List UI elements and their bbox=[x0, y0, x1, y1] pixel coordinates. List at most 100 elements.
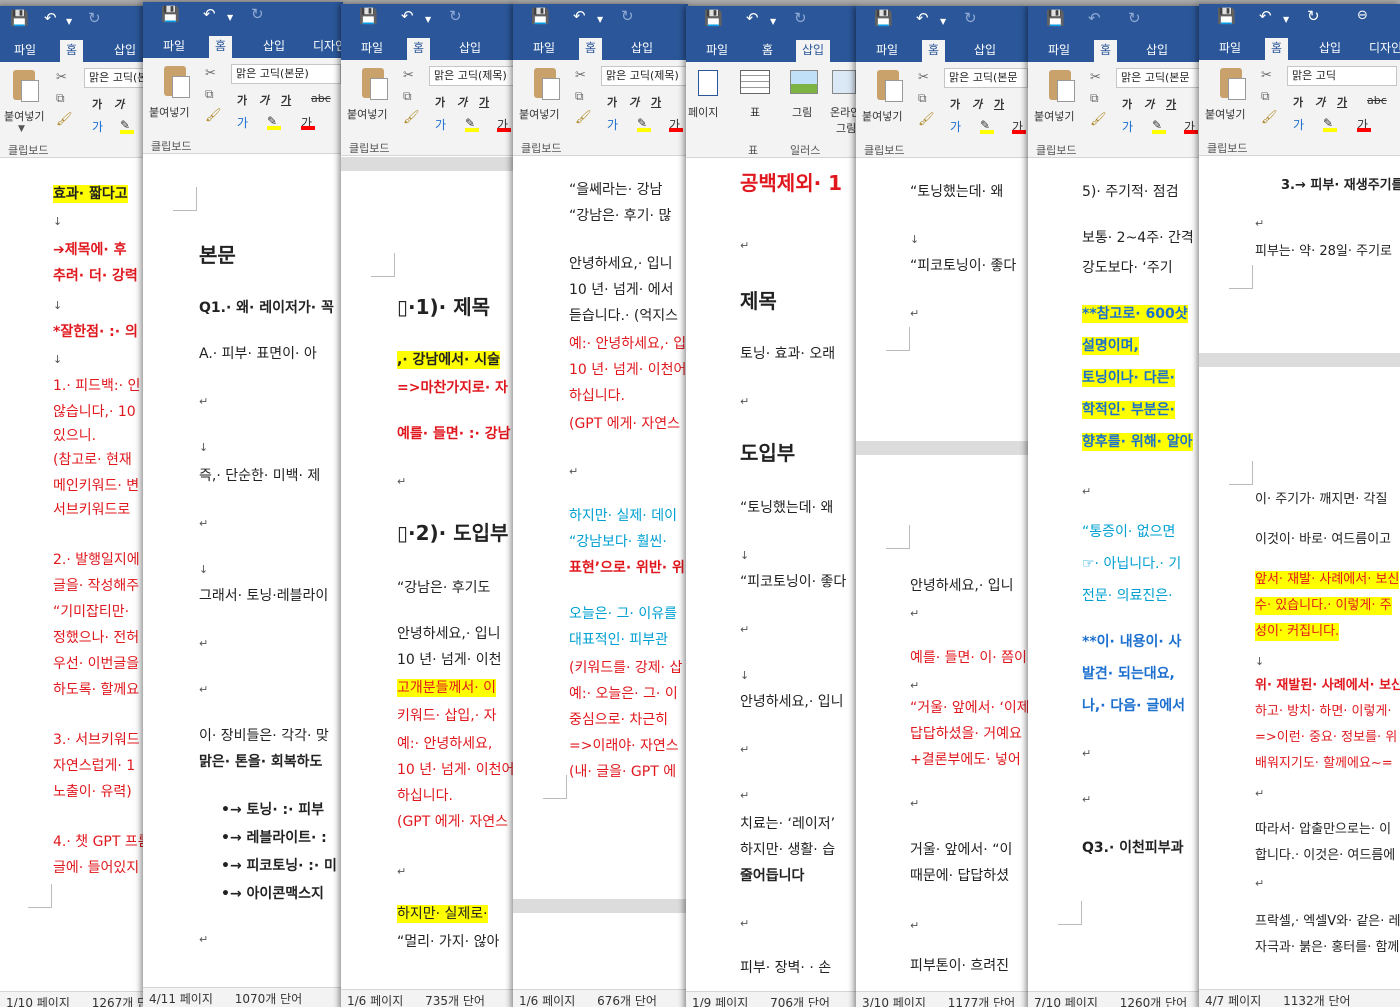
word-count[interactable]: 1132개 단어 bbox=[1283, 994, 1350, 1007]
tab-file[interactable]: 파일 bbox=[527, 38, 561, 58]
word-count[interactable]: 735개 단어 bbox=[425, 994, 485, 1007]
underline-button[interactable]: 가 bbox=[479, 94, 489, 110]
format-painter-icon[interactable]: 🖌 bbox=[1261, 110, 1278, 125]
underline-button[interactable]: 가 bbox=[994, 96, 1004, 112]
document-page[interactable]: ▯·1)· 제목 ,· 강남에서· 시술 =>마찬가지로· 자 예를· 들면· … bbox=[341, 157, 516, 989]
chevron-down-icon[interactable]: ▼ bbox=[940, 13, 946, 31]
save-icon[interactable]: 💾 bbox=[1046, 9, 1065, 27]
undo-icon[interactable]: ↶ bbox=[401, 7, 414, 25]
redo-icon[interactable]: ↻ bbox=[621, 7, 634, 25]
copy-icon[interactable]: ⧉ bbox=[205, 87, 214, 102]
tab-insert[interactable]: 삽입 bbox=[108, 40, 142, 60]
page-count[interactable]: 1/9 페이지 bbox=[692, 996, 748, 1007]
page-count[interactable]: 1/6 페이지 bbox=[347, 994, 403, 1007]
italic-button[interactable]: 가 bbox=[1315, 94, 1325, 110]
paste-button[interactable]: 붙여넣기 bbox=[1205, 106, 1245, 122]
cut-icon[interactable]: ✂ bbox=[1090, 70, 1101, 85]
underline-button[interactable]: 가 bbox=[1166, 96, 1176, 112]
redo-icon[interactable]: ↻ bbox=[794, 9, 807, 27]
strikethrough-button[interactable]: abc bbox=[311, 92, 331, 105]
text-effect-icon[interactable]: 가 bbox=[1293, 116, 1304, 133]
page-count[interactable]: 4/11 페이지 bbox=[149, 992, 213, 1006]
tab-file[interactable]: 파일 bbox=[355, 38, 389, 58]
tab-insert[interactable]: 삽입 bbox=[453, 38, 487, 58]
copy-icon[interactable]: ⧉ bbox=[56, 91, 65, 106]
redo-icon[interactable]: ↻ bbox=[1307, 7, 1320, 25]
tab-file[interactable]: 파일 bbox=[1042, 40, 1076, 60]
format-painter-icon[interactable]: 🖌 bbox=[918, 112, 935, 127]
text-effect-icon[interactable]: 가 bbox=[950, 118, 961, 135]
chevron-down-icon[interactable]: ▼ bbox=[66, 13, 72, 31]
undo-icon[interactable]: ↶ bbox=[44, 9, 57, 27]
tab-file[interactable]: 파일 bbox=[1213, 38, 1247, 58]
table-button[interactable]: 표 bbox=[750, 104, 760, 120]
bold-button[interactable]: 가 bbox=[237, 92, 247, 108]
tab-file[interactable]: 파일 bbox=[700, 40, 734, 60]
redo-icon[interactable]: ↻ bbox=[88, 9, 101, 27]
undo-icon[interactable]: ↶ bbox=[573, 7, 586, 25]
font-name-box[interactable]: 맑은 고딕 bbox=[1287, 66, 1397, 86]
copy-icon[interactable]: ⧉ bbox=[918, 91, 927, 106]
text-effect-icon[interactable]: 가 bbox=[237, 114, 248, 131]
document-page[interactable]: 3.→ 피부· 재생주기를 ↵ 피부는· 약· 28일· 주기로 이· 주기가·… bbox=[1199, 157, 1400, 989]
paste-button[interactable]: 붙여넣기 bbox=[347, 106, 387, 122]
chevron-down-icon[interactable]: ▼ bbox=[425, 11, 431, 29]
tab-design[interactable]: 디자인 bbox=[1363, 38, 1400, 58]
word-window-2[interactable]: 💾 ↶ ▼ ↻ 파일 홈 삽입 디자인 붙여넣기 ✂ ⧉ 🖌 맑은 고딕(본문)… bbox=[143, 2, 343, 1007]
format-painter-icon[interactable]: 🖌 bbox=[575, 110, 592, 125]
font-name-box[interactable]: 맑은 고딕(제목) bbox=[429, 66, 516, 86]
word-count[interactable]: 1267개 단어 bbox=[92, 996, 145, 1007]
font-name-box[interactable]: 맑은 고딕(본문) bbox=[84, 68, 145, 88]
word-count[interactable]: 1260개 단어 bbox=[1120, 996, 1187, 1007]
word-count[interactable]: 706개 단어 bbox=[770, 996, 830, 1007]
document-page[interactable]: “을쎄라는· 강남 “강남은· 후기· 많 안녕하세요,· 입니 10 년· 넘… bbox=[513, 157, 688, 989]
cut-icon[interactable]: ✂ bbox=[575, 68, 586, 83]
word-count[interactable]: 676개 단어 bbox=[597, 994, 657, 1007]
italic-button[interactable]: 가 bbox=[457, 94, 467, 110]
tab-insert[interactable]: 삽입 bbox=[625, 38, 659, 58]
cut-icon[interactable]: ✂ bbox=[205, 66, 216, 81]
copy-icon[interactable]: ⧉ bbox=[1090, 91, 1099, 106]
cut-icon[interactable]: ✂ bbox=[1261, 68, 1272, 83]
format-painter-icon[interactable]: 🖌 bbox=[56, 112, 73, 127]
tab-home[interactable]: 홈 bbox=[209, 36, 233, 58]
cut-icon[interactable]: ✂ bbox=[56, 70, 67, 85]
paste-icon[interactable] bbox=[1046, 70, 1075, 104]
underline-button[interactable]: 가 bbox=[1337, 94, 1347, 110]
bold-button[interactable]: 가 bbox=[1293, 94, 1303, 110]
redo-icon[interactable]: ↻ bbox=[1128, 9, 1141, 27]
word-window-4[interactable]: 💾 ↶ ▼ ↻ 파일 홈 삽입 붙여넣기 ✂ ⧉ 🖌 맑은 고딕(제목) 가 가… bbox=[513, 4, 688, 1007]
undo-icon[interactable]: ↶ bbox=[203, 5, 216, 23]
tab-home[interactable]: 홈 bbox=[922, 40, 946, 62]
cut-icon[interactable]: ✂ bbox=[403, 68, 414, 83]
document-page[interactable]: 본문 Q1.· 왜· 레이저가· 꼭 A.· 피부· 표면이· 아 ↵ ↓ 즉,… bbox=[143, 155, 343, 987]
page-button[interactable]: 페이지 bbox=[688, 104, 718, 120]
word-count[interactable]: 1070개 단어 bbox=[235, 992, 302, 1006]
underline-button[interactable]: 가 bbox=[651, 94, 661, 110]
bold-button[interactable]: 가 bbox=[607, 94, 617, 110]
format-painter-icon[interactable]: 🖌 bbox=[403, 110, 420, 125]
font-name-box[interactable]: 맑은 고딕(본문) bbox=[231, 64, 341, 84]
document-page[interactable]: “토닝했는데· 왜 ↓ “피코토닝이· 좋다 ↵ 안녕하세요,· 입니 ↵ 예를… bbox=[856, 159, 1028, 991]
italic-button[interactable]: 가 bbox=[259, 92, 269, 108]
undo-icon[interactable]: ↶ bbox=[1259, 7, 1272, 25]
tab-file[interactable]: 파일 bbox=[8, 40, 42, 60]
picture-button[interactable]: 그림 bbox=[792, 104, 812, 120]
bold-button[interactable]: 가 bbox=[435, 94, 445, 110]
paste-icon[interactable] bbox=[531, 68, 560, 102]
save-icon[interactable]: 💾 bbox=[704, 9, 723, 27]
paste-icon[interactable] bbox=[359, 68, 388, 102]
italic-button[interactable]: 가 bbox=[114, 96, 124, 112]
chevron-down-icon[interactable]: ▼ bbox=[227, 9, 233, 27]
page-count[interactable]: 4/7 페이지 bbox=[1205, 994, 1261, 1007]
format-painter-icon[interactable]: 🖌 bbox=[205, 108, 222, 123]
save-icon[interactable]: 💾 bbox=[359, 7, 378, 25]
text-effect-icon[interactable]: 가 bbox=[1122, 118, 1133, 135]
tab-file[interactable]: 파일 bbox=[157, 36, 191, 56]
text-effect-icon[interactable]: 가 bbox=[435, 116, 446, 133]
strikethrough-button[interactable]: abc bbox=[1367, 94, 1387, 107]
bold-button[interactable]: 가 bbox=[1122, 96, 1132, 112]
chevron-down-icon[interactable]: ▼ bbox=[770, 13, 776, 31]
paste-icon[interactable] bbox=[1217, 68, 1246, 102]
chevron-down-icon[interactable]: ▼ bbox=[1283, 11, 1289, 29]
